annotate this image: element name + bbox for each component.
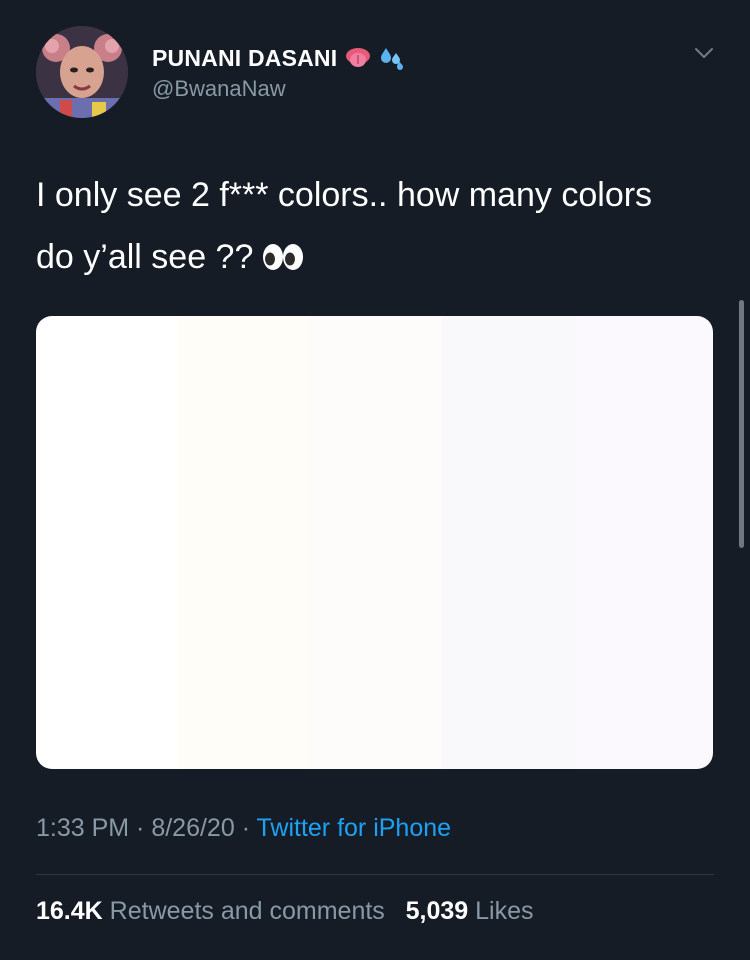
tweet-date: 8/26/20: [151, 814, 235, 842]
tongue-emoji-icon: [345, 45, 371, 71]
tweet: PUNANI DASANI @BwanaNaw I only see 2 f**…: [0, 0, 750, 960]
tweet-time: 1:33 PM: [36, 814, 130, 842]
retweets-label: Retweets and comments: [109, 897, 385, 925]
retweets-stat[interactable]: 16.4K Retweets and comments: [36, 897, 385, 925]
tweet-stats: 16.4K Retweets and comments 5,039 Likes: [36, 897, 534, 926]
likes-stat[interactable]: 5,039 Likes: [406, 897, 534, 925]
sweat-droplets-icon: [379, 45, 405, 71]
tweet-text: I only see 2 f*** colors.. how many colo…: [36, 164, 696, 288]
color-band-2: [178, 316, 308, 769]
color-band-3: [308, 316, 442, 769]
color-band-1: [36, 316, 178, 769]
likes-count: 5,039: [405, 897, 469, 925]
tweet-meta: 1:33 PM · 8/26/20 · Twitter for iPhone: [36, 814, 451, 843]
likes-label: Likes: [475, 897, 534, 925]
display-name[interactable]: PUNANI DASANI: [152, 45, 337, 72]
chevron-down-icon[interactable]: [692, 44, 716, 62]
divider: [36, 874, 714, 875]
tweet-source-link[interactable]: Twitter for iPhone: [257, 814, 452, 842]
user-handle[interactable]: @BwanaNaw: [152, 76, 286, 102]
color-band-4: [442, 316, 578, 769]
meta-separator: ·: [129, 814, 152, 842]
tweet-body: I only see 2 f*** colors.. how many colo…: [36, 176, 653, 276]
name-row: PUNANI DASANI: [152, 40, 405, 76]
avatar-image: [36, 26, 128, 118]
color-band-5: [578, 316, 713, 769]
avatar[interactable]: [36, 26, 128, 118]
tweet-image[interactable]: [36, 316, 713, 769]
retweets-count: 16.4K: [36, 897, 103, 925]
scrollbar[interactable]: [739, 300, 744, 548]
meta-separator: ·: [234, 814, 257, 842]
eyes-emoji-icon: [261, 230, 305, 270]
